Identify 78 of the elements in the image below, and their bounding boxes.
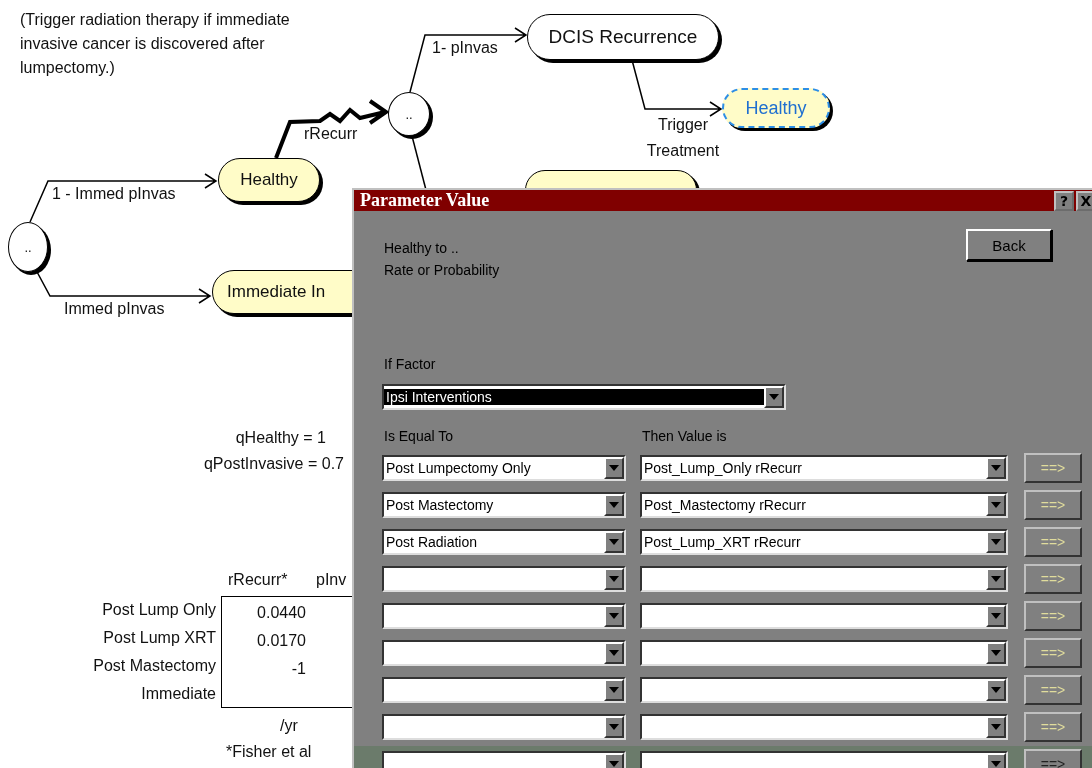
caret-icon	[991, 613, 1001, 619]
column-header: rRecurr*	[228, 570, 288, 590]
value-dropdown[interactable]: Post_Lump_XRT rRecurr	[640, 529, 1008, 555]
branch-label: 1- pInvas	[432, 38, 498, 58]
row-label: Post Lump Only	[101, 600, 216, 620]
caret-icon	[609, 502, 619, 508]
note-text: (Trigger radiation therapy if immediate invasive cancer is discovered after lumpectomy.)	[20, 10, 291, 78]
arrow-button[interactable]: ==>	[1024, 638, 1082, 668]
units-text: /yr	[280, 716, 298, 736]
field-label: If Factor	[384, 355, 437, 374]
condition-dropdown[interactable]	[382, 566, 626, 592]
branch-label: Immed pInvas	[64, 299, 165, 319]
condition-dropdown[interactable]	[382, 677, 626, 703]
condition-dropdown[interactable]	[382, 714, 626, 740]
parameter-text: qPostInvasive = 0.7	[202, 454, 344, 474]
table-cell-text: 0.0440	[256, 603, 306, 623]
caret-icon	[991, 687, 1001, 693]
arrow-button[interactable]: ==>	[1024, 490, 1082, 520]
caret-icon	[991, 724, 1001, 730]
arrow-button[interactable]: ==>	[1024, 601, 1082, 631]
footnote-text: *Fisher et al	[226, 742, 312, 762]
table-cell-text: 0.0170	[256, 631, 306, 651]
caret-icon	[609, 724, 619, 730]
table-cell-text: -1	[290, 659, 306, 679]
state-node[interactable]: Healthy	[218, 158, 320, 202]
value-dropdown[interactable]	[640, 714, 1008, 740]
caret-icon	[991, 539, 1001, 545]
close-button[interactable]: X	[1076, 190, 1092, 211]
dialog-title: Parameter Value	[360, 190, 491, 211]
arrow-button[interactable]: ==>	[1024, 675, 1082, 705]
caret-icon	[609, 465, 619, 471]
caret-icon	[991, 650, 1001, 656]
description-text: Rate or Probability	[384, 261, 500, 280]
condition-dropdown[interactable]: Post Radiation	[382, 529, 626, 555]
value-dropdown[interactable]	[640, 603, 1008, 629]
factor-dropdown[interactable]: Ipsi Interventions	[382, 384, 786, 410]
state-node[interactable]: Healthy	[722, 88, 830, 128]
condition-dropdown[interactable]	[382, 640, 626, 666]
condition-dropdown[interactable]	[382, 603, 626, 629]
condition-dropdown[interactable]: Post Mastectomy	[382, 492, 626, 518]
caret-icon	[609, 687, 619, 693]
caret-icon	[609, 576, 619, 582]
help-button[interactable]: ?	[1054, 190, 1074, 211]
value-dropdown[interactable]	[640, 566, 1008, 592]
caret-icon	[991, 465, 1001, 471]
state-node[interactable]: DCIS Recurrence	[527, 14, 719, 60]
chance-node[interactable]: ..	[388, 92, 430, 136]
column-header: Then Value is	[641, 427, 728, 446]
caret-icon	[991, 576, 1001, 582]
row-label: Immediate	[140, 684, 216, 704]
arrow-button[interactable]: ==>	[1024, 749, 1082, 768]
branch-label: rRecurr	[304, 124, 358, 144]
caret-icon	[609, 761, 619, 767]
value-dropdown[interactable]: Post_Lump_Only rRecurr	[640, 455, 1008, 481]
description-text: Healthy to ..	[384, 239, 460, 258]
caret-icon	[609, 650, 619, 656]
row-label: Post Lump XRT	[102, 628, 216, 648]
arrow-button[interactable]: ==>	[1024, 527, 1082, 557]
branch-label: 1 - Immed pInvas	[52, 184, 176, 204]
back-button[interactable]: Back	[966, 229, 1052, 261]
arrow-button[interactable]: ==>	[1024, 712, 1082, 742]
caret-icon	[609, 613, 619, 619]
column-header: pInv	[316, 570, 347, 590]
arrow-button[interactable]: ==>	[1024, 453, 1082, 483]
row-label: Post Mastectomy	[92, 656, 216, 676]
caret-icon	[769, 394, 779, 400]
parameter-text: qHealthy = 1	[234, 428, 326, 448]
chance-node[interactable]: ..	[8, 222, 48, 272]
branch-label: Trigger Treatment	[645, 115, 721, 161]
column-header: Is Equal To	[383, 427, 454, 446]
value-dropdown[interactable]	[640, 640, 1008, 666]
caret-icon	[609, 539, 619, 545]
value-dropdown[interactable]: Post_Mastectomy rRecurr	[640, 492, 1008, 518]
caret-icon	[991, 502, 1001, 508]
caret-icon	[991, 761, 1001, 767]
arrow-button[interactable]: ==>	[1024, 564, 1082, 594]
value-dropdown[interactable]	[640, 677, 1008, 703]
condition-dropdown[interactable]: Post Lumpectomy Only	[382, 455, 626, 481]
